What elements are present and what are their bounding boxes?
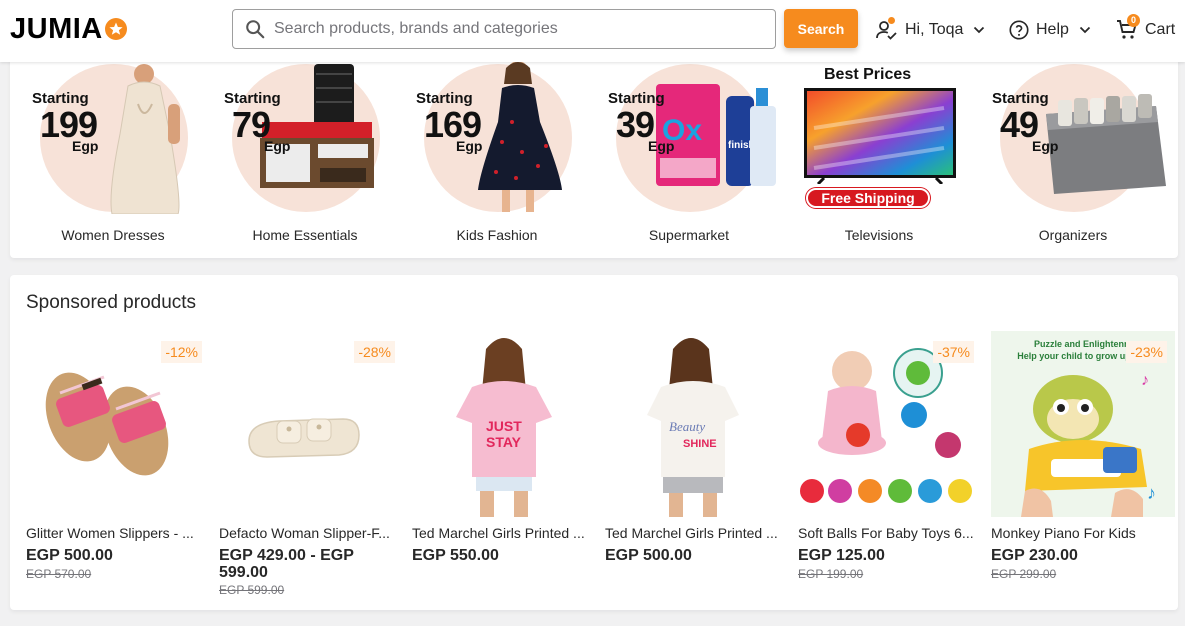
category-kids-fashion[interactable]: Starting 169 Egp Kids Fashion [394,56,586,258]
search-icon [246,20,265,39]
best-prices-title: Best Prices [824,66,912,83]
product-price: EGP 550.00 [412,547,499,564]
product-card[interactable]: -28% Defacto Woman Slipper-F... EGP 429.… [213,331,397,607]
svg-text:SHINE: SHINE [683,438,717,450]
category-name: Home Essentials [252,227,358,243]
product-name: Soft Balls For Baby Toys 6... [798,525,974,541]
free-shipping-badge: Free Shipping [806,188,930,208]
currency-label: Egp [72,138,99,154]
help-circle-icon [1009,20,1029,40]
category-name: Televisions [844,227,914,243]
category-televisions[interactable]: Best Prices Free Shipping Televisions [788,56,980,258]
product-price: EGP 125.00 [798,547,885,564]
product-old-price: EGP 299.00 [991,567,1057,581]
cart-icon: 0 [1115,14,1140,42]
product-old-price: EGP 199.00 [798,567,864,581]
currency-label: Egp [264,138,291,154]
category-name: Organizers [1038,227,1108,243]
category-home-essentials[interactable]: Starting 79 Egp Home Essentials [202,56,394,258]
product-card[interactable]: Beauty SHINE Ted Marchel Girls Printed .… [599,331,783,607]
cart-link[interactable]: 0 Cart [1115,14,1176,44]
product-old-price: EGP 599.00 [219,583,285,597]
category-name: Kids Fashion [456,227,538,243]
category-name: Women Dresses [61,227,165,243]
discount-badge: -23% [1126,341,1167,363]
section-title: Sponsored products [26,292,197,313]
category-women-dresses[interactable]: Starting 199 Egp Women Dresses [10,56,202,258]
organizer-image [1046,94,1166,194]
kids-dress-image [478,62,562,212]
product-image: Beauty SHINE [605,331,789,517]
cart-count-badge: 0 [1127,14,1140,27]
svg-text:STAY: STAY [486,434,522,450]
category-carousel: Starting 199 Egp Women Dresses Starting … [10,56,1178,258]
product-price: EGP 429.00 - EGP 599.00 [219,547,354,581]
star-icon [104,18,127,40]
user-check-icon [875,17,899,42]
product-card[interactable]: -12% Glitter Women Slippers - ... EGP 50… [20,331,204,607]
product-price: EGP 500.00 [605,547,692,564]
svg-text:JUST: JUST [486,418,522,434]
account-menu[interactable]: Hi, Toqa [875,16,985,44]
discount-badge: -37% [933,341,974,363]
search-input[interactable] [274,20,764,38]
jumia-logo[interactable]: JUMIA [10,12,127,45]
logo-text: JUMIA [10,12,103,45]
product-old-price: EGP 570.00 [26,567,92,581]
discount-badge: -28% [354,341,395,363]
notification-dot [888,17,895,24]
product-name: Monkey Piano For Kids [991,525,1136,541]
category-supermarket[interactable]: Ox finish Starting 39 Egp Supermarket [586,56,778,258]
product-name: Ted Marchel Girls Printed ... [412,525,585,541]
search-button[interactable]: Search [784,9,858,48]
chevron-down-icon [1079,26,1091,34]
account-label: Hi, Toqa [905,21,964,38]
sponsored-products-section: Sponsored products -12% Glitter Women Sl… [10,275,1178,610]
category-name: Supermarket [648,227,730,243]
help-label: Help [1036,21,1069,38]
product-price: EGP 230.00 [991,547,1078,564]
svg-text:♪: ♪ [1147,483,1156,503]
product-card[interactable]: Puzzle and Enlightenm Help your child to… [985,331,1175,607]
currency-label: Egp [1032,138,1059,154]
detergent-image: Ox finish [656,84,776,186]
svg-text:♪: ♪ [1141,372,1149,389]
chevron-down-icon [974,26,985,34]
discount-badge: -12% [161,341,202,363]
product-name: Defacto Woman Slipper-F... [219,525,390,541]
product-name: Ted Marchel Girls Printed ... [605,525,778,541]
help-menu[interactable]: Help [1008,16,1091,44]
search-box [232,9,776,49]
product-card[interactable]: -37% Soft Balls For Baby Toys 6... EGP 1… [792,331,976,607]
currency-label: Egp [456,138,483,154]
product-image: JUST STAY [412,331,596,517]
television-image [804,88,956,184]
product-name: Glitter Women Slippers - ... [26,525,194,541]
top-header: JUMIA Search Hi, Toqa Help 0 Cart [0,0,1185,62]
category-organizers[interactable]: Starting 49 Egp Organizers [970,56,1166,258]
product-card[interactable]: JUST STAY Ted Marchel Girls Printed ... … [406,331,590,607]
cart-label: Cart [1145,21,1176,38]
dress-image [110,64,180,214]
svg-text:Beauty: Beauty [669,419,705,434]
product-price: EGP 500.00 [26,547,113,564]
currency-label: Egp [648,138,675,154]
